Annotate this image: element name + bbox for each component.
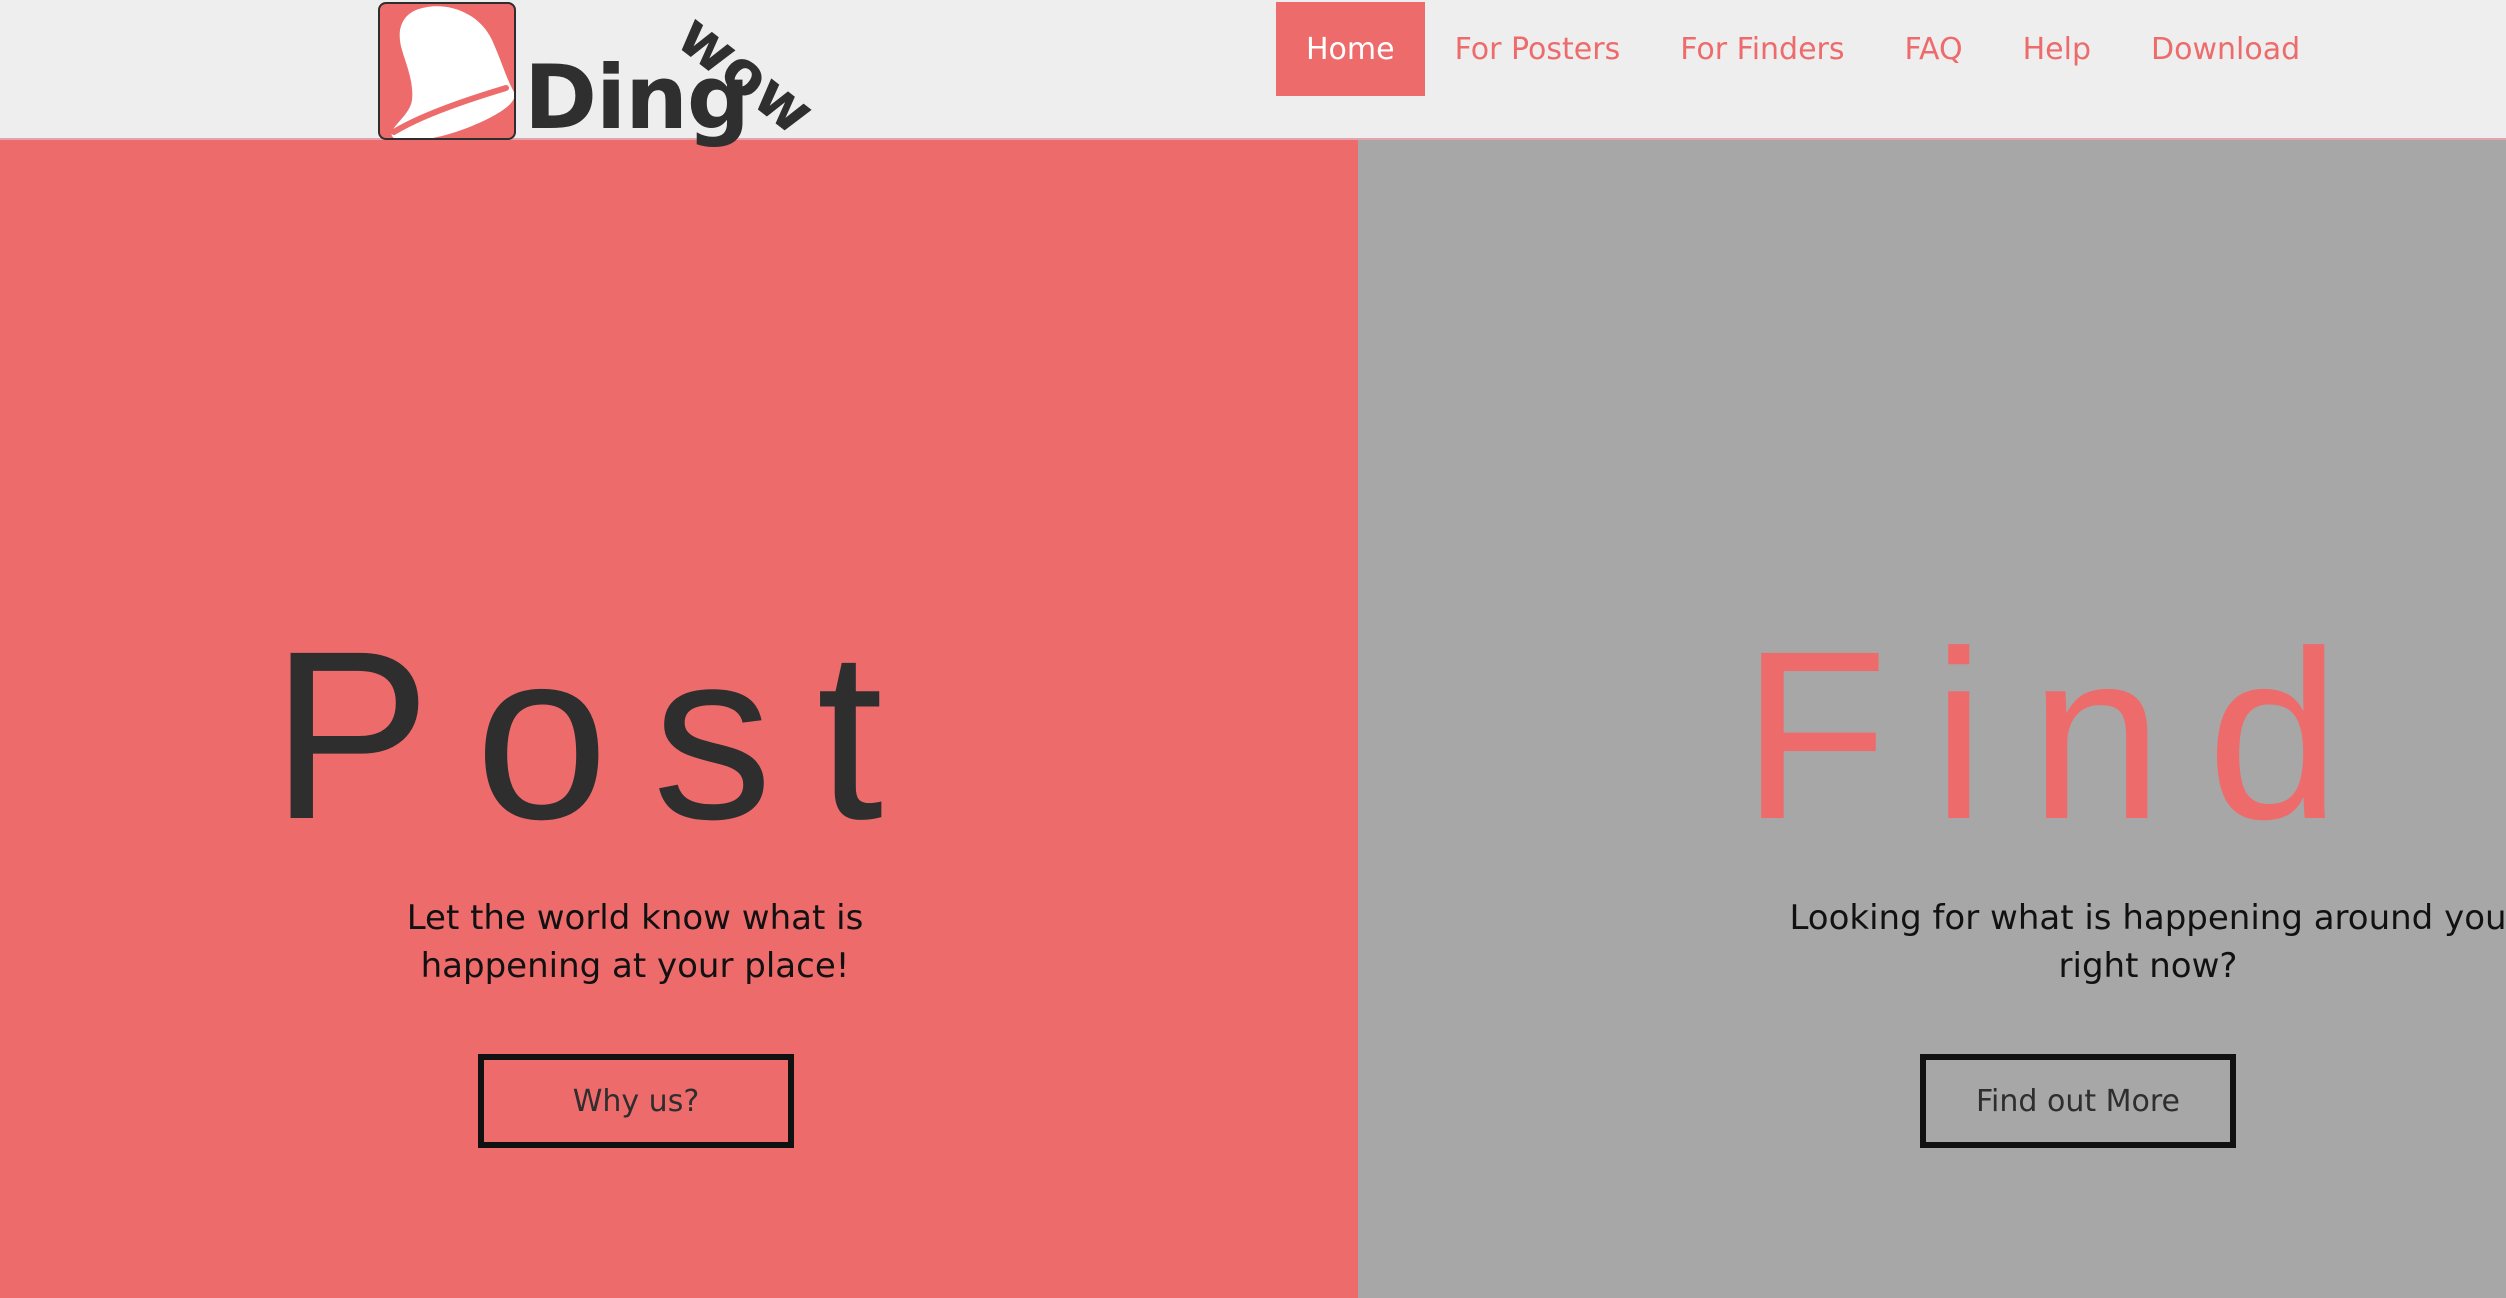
- bell-icon: [378, 2, 516, 140]
- find-tagline: Looking for what is happening around you…: [1789, 898, 2506, 986]
- post-title: Post: [270, 601, 928, 869]
- site-header: Ding wow Home For Posters For Finders FA…: [0, 0, 2506, 149]
- main-nav: Home For Posters For Finders FAQ Help Do…: [1276, 2, 2330, 96]
- nav-item-faq[interactable]: FAQ: [1875, 2, 1993, 96]
- find-title: Find: [1741, 601, 2385, 869]
- site-logo[interactable]: Ding wow: [378, 0, 848, 162]
- nav-item-for-posters[interactable]: For Posters: [1425, 2, 1651, 96]
- nav-item-for-finders[interactable]: For Finders: [1650, 2, 1874, 96]
- nav-item-download[interactable]: Download: [2121, 2, 2330, 96]
- nav-item-help[interactable]: Help: [1993, 2, 2121, 96]
- find-panel: Find Looking for what is happening aroun…: [1358, 140, 2506, 1298]
- nav-item-home[interactable]: Home: [1276, 2, 1425, 96]
- post-tagline: Let the world know what is happening at …: [406, 898, 864, 986]
- why-us-button[interactable]: Why us?: [478, 1054, 794, 1148]
- post-panel: Post Let the world know what is happenin…: [0, 140, 1358, 1298]
- find-out-more-button[interactable]: Find out More: [1920, 1054, 2236, 1148]
